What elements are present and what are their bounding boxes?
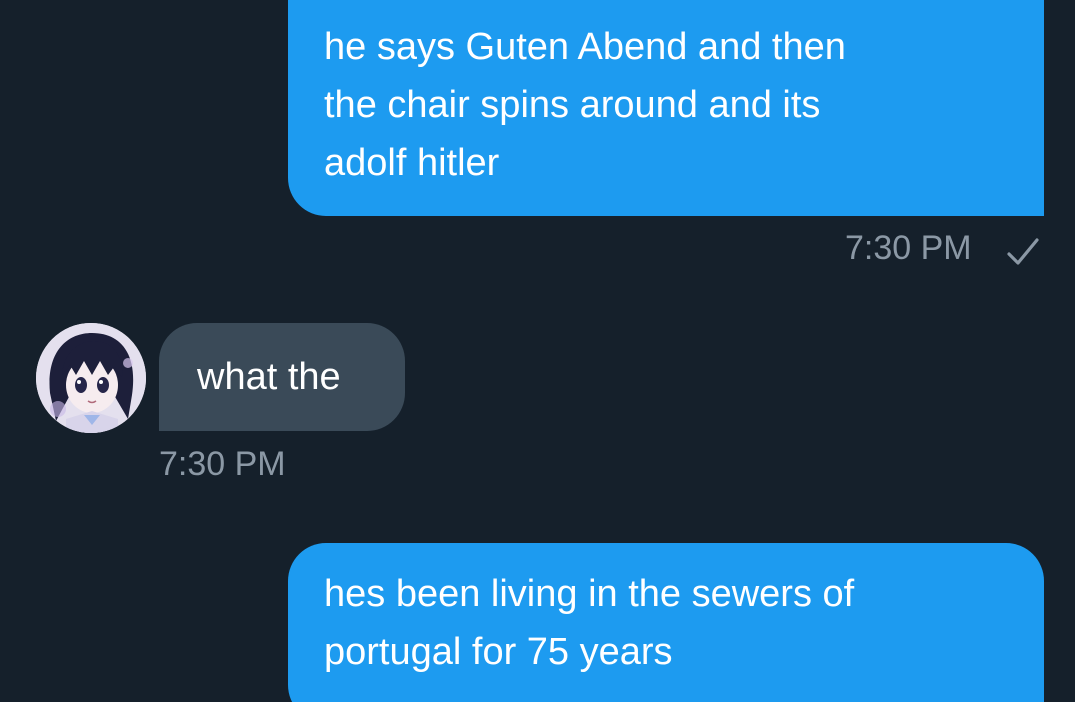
incoming-message-bubble[interactable]: what the: [159, 323, 405, 431]
message-text-line: the chair spins around and its: [324, 84, 821, 126]
anime-girl-avatar-icon: [36, 323, 146, 433]
message-timestamp: 7:30 PM: [845, 229, 972, 267]
message-text-line: adolf hitler: [324, 142, 500, 184]
message-text-line: he says Guten Abend and then: [324, 26, 846, 68]
outgoing-message-bubble[interactable]: hes been living in the sewers of portuga…: [288, 543, 1044, 702]
message-text-line: portugal for 75 years: [324, 631, 673, 673]
message-text: what the: [197, 356, 341, 398]
message-timestamp: 7:30 PM: [159, 445, 286, 483]
message-text-line: hes been living in the sewers of: [324, 573, 855, 615]
check-icon: [1007, 238, 1039, 265]
dm-conversation: he says Guten Abend and then the chair s…: [0, 0, 1075, 702]
avatar[interactable]: [36, 323, 146, 433]
outgoing-message-bubble[interactable]: he says Guten Abend and then the chair s…: [288, 0, 1044, 216]
